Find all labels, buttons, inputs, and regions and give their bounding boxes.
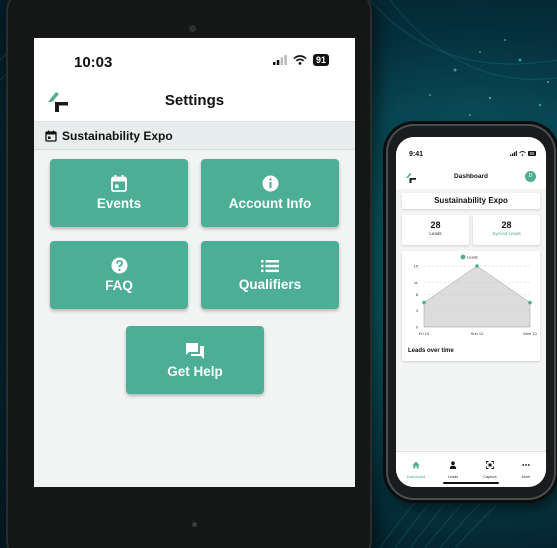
x-tick-label: Mon 13: [523, 331, 537, 336]
person-icon: [449, 461, 457, 469]
legend-label: Leads: [467, 255, 478, 260]
data-point: [528, 300, 532, 305]
qualifiers-button[interactable]: Qualifiers: [201, 241, 339, 309]
tile-label: Qualifiers: [238, 276, 302, 292]
faq-button[interactable]: FAQ: [50, 241, 188, 309]
wifi-icon: [519, 151, 526, 156]
list-icon: [261, 259, 279, 272]
account-info-button[interactable]: Account Info: [201, 159, 339, 227]
tab-label: Leads: [447, 475, 459, 479]
signal-icon: [272, 55, 287, 65]
calendar-icon: [45, 130, 57, 142]
tile-label: Account Info: [228, 196, 312, 211]
y-tick-label: 11: [414, 280, 419, 285]
page-title: Settings: [164, 92, 225, 109]
tab-label: More: [521, 475, 531, 479]
home-indicator: [443, 482, 499, 484]
phone-status-time: 9:41: [409, 151, 424, 158]
tab-more[interactable]: More: [508, 456, 544, 479]
data-point: [475, 264, 479, 268]
phone-screen: 9:41 85 Dashboard D Sustainability Expo …: [396, 137, 546, 487]
status-icons: 91: [272, 54, 329, 66]
stat-card-synced-leads[interactable]: 28 Synced Leads: [473, 215, 540, 245]
info-icon: [262, 175, 278, 192]
phone-device: 9:41 85 Dashboard D Sustainability Expo …: [386, 124, 556, 500]
leads-chart-card: 0 4 8 11 15 Leads Fri 10 Sun 12 Mon 13 Leads ove…: [402, 251, 540, 361]
status-time: 10:03: [74, 54, 113, 71]
chart-title: Leads over time: [408, 348, 454, 354]
avatar[interactable]: D: [525, 171, 536, 182]
get-help-button[interactable]: Get Help: [126, 326, 264, 394]
tab-label: Dashboard: [406, 475, 426, 479]
events-button[interactable]: Events: [50, 159, 188, 227]
legend-swatch: [460, 254, 466, 260]
phone-battery-level: 85: [527, 151, 536, 156]
y-tick-label: 8: [416, 292, 419, 297]
chat-icon: [186, 342, 204, 359]
tablet-camera: [189, 25, 196, 32]
phone-header: Dashboard D: [396, 167, 546, 189]
tab-label: Capture: [483, 475, 497, 479]
data-point: [422, 300, 426, 305]
tablet-device: 10:03 91 Settings Sustainability Expo Ev…: [6, 0, 372, 548]
battery-level: 91: [312, 54, 329, 66]
signal-icon: [509, 151, 517, 156]
tile-label: Events: [96, 196, 142, 211]
y-tick-label: 15: [414, 264, 419, 269]
phone-status-bar: 9:41 85: [396, 137, 546, 167]
scan-icon: [486, 461, 494, 469]
stat-label: Synced Leads: [492, 231, 521, 236]
y-tick-label: 0: [416, 325, 419, 330]
x-tick-label: Sun 12: [471, 331, 484, 336]
app-header: Settings: [34, 82, 355, 122]
tab-leads[interactable]: Leads: [435, 456, 471, 479]
x-tick-label: Fri 10: [419, 331, 430, 336]
area-fill: [423, 265, 531, 328]
stat-label: Leads: [429, 231, 442, 236]
y-tick-label: 4: [416, 308, 419, 313]
leads-chart: 0 4 8 11 15 Leads Fri 10 Sun 12 Mon 13: [414, 254, 538, 337]
home-icon: [412, 461, 420, 469]
tab-dashboard[interactable]: Dashboard: [398, 456, 434, 479]
stat-value: 28: [430, 220, 441, 230]
event-bar[interactable]: Sustainability Expo: [34, 122, 355, 150]
tab-capture[interactable]: Capture: [472, 456, 508, 479]
stat-value: 28: [501, 220, 512, 230]
wifi-icon: [293, 55, 307, 65]
calendar-icon: [111, 175, 127, 192]
event-name: Sustainability Expo: [62, 128, 173, 143]
tile-label: FAQ: [105, 278, 133, 293]
status-bar: 10:03 91: [34, 38, 355, 82]
help-icon: [111, 257, 127, 274]
phone-status-icons: 85: [509, 151, 536, 156]
phone-page-title: Dashboard: [454, 173, 488, 180]
tablet-screen: 10:03 91 Settings Sustainability Expo Ev…: [34, 38, 355, 487]
tablet-home-dot: [192, 522, 197, 527]
tile-label: Get Help: [167, 363, 223, 379]
stat-card-leads[interactable]: 28 Leads: [402, 215, 469, 245]
phone-event-name: Sustainability Expo: [402, 193, 540, 209]
more-icon: [522, 464, 530, 466]
